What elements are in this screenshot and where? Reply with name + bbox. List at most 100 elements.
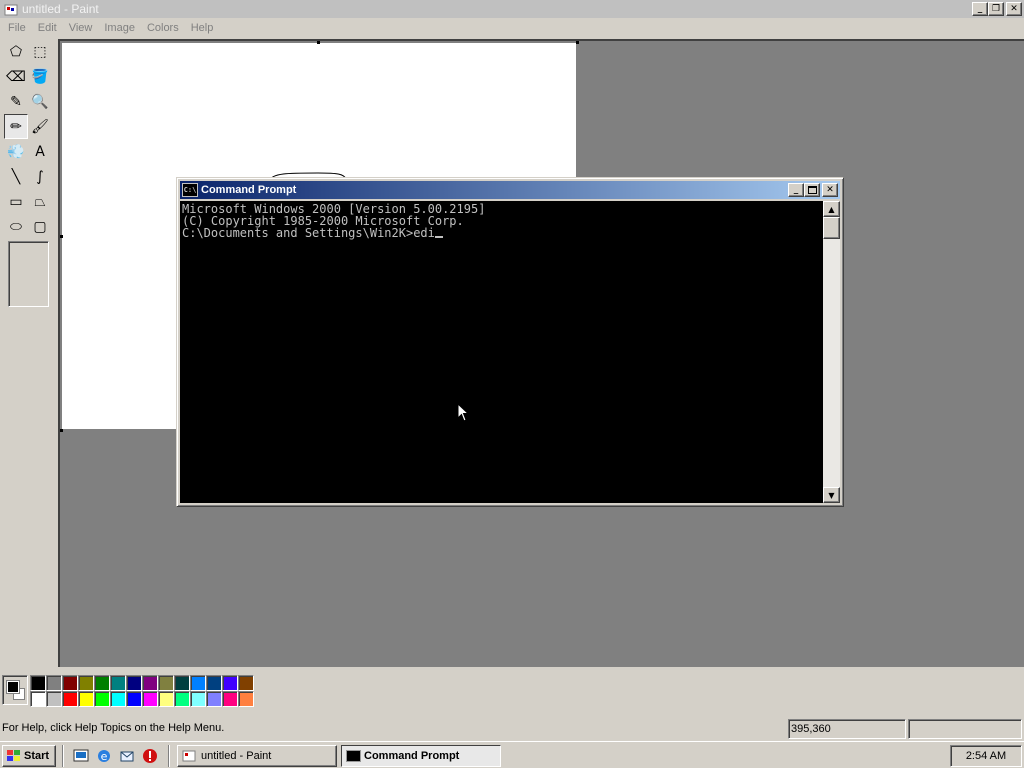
start-button[interactable]: Start [2,745,56,767]
cmd-close-button[interactable]: ✕ [822,183,838,197]
taskbar-separator [62,745,64,767]
palette-swatch[interactable] [222,675,238,691]
pencil-tool-icon[interactable]: ✏ [4,114,28,139]
polygon-tool-icon[interactable]: ⏢ [28,189,52,214]
palette-swatch[interactable] [142,691,158,707]
svg-text:e: e [101,750,108,763]
paint-title-bar[interactable]: untitled - Paint _ ❐ ✕ [0,0,1024,18]
palette-swatch[interactable] [94,691,110,707]
system-tray: 2:54 AM [950,745,1022,767]
cmd-title-text: Command Prompt [201,184,297,196]
close-button[interactable]: ✕ [1006,2,1022,16]
status-size [908,719,1022,739]
airbrush-tool-icon[interactable]: 💨 [4,139,28,164]
internet-explorer-icon[interactable]: e [95,747,113,765]
palette-swatch[interactable] [110,675,126,691]
console-prompt: C:\Documents and Settings\Win2K>edi [182,226,435,240]
magnifier-tool-icon[interactable]: 🔍 [28,89,52,114]
fill-tool-icon[interactable]: 🪣 [28,64,52,89]
task-paint-label: untitled - Paint [201,750,272,762]
show-desktop-icon[interactable] [72,747,90,765]
palette-swatch[interactable] [62,675,78,691]
scroll-down-arrow-icon[interactable]: ▼ [823,487,840,503]
menu-colors[interactable]: Colors [141,22,185,34]
resize-handle[interactable] [576,41,579,44]
palette-swatch[interactable] [190,675,206,691]
paint-title-text: untitled - Paint [22,2,99,16]
palette-swatch[interactable] [142,675,158,691]
paint-app-icon [3,2,19,16]
palette-swatch[interactable] [158,675,174,691]
palette-swatch[interactable] [78,675,94,691]
taskbar-separator [168,745,170,767]
current-colors[interactable] [2,675,28,705]
status-coordinates: 395,360 [788,719,906,739]
cmd-maximize-button[interactable] [804,183,820,197]
palette-swatch[interactable] [206,691,222,707]
palette-swatch[interactable] [46,675,62,691]
cmd-app-icon [346,750,361,762]
palette-swatch[interactable] [238,675,254,691]
start-label: Start [24,750,50,762]
palette-swatch[interactable] [78,691,94,707]
console-output[interactable]: Microsoft Windows 2000 [Version 5.00.219… [180,201,824,503]
menu-help[interactable]: Help [185,22,220,34]
palette-swatch[interactable] [206,675,222,691]
palette-swatch[interactable] [110,691,126,707]
toolbox: ⬠ ⬚ ⌫ 🪣 ✎ 🔍 ✏ 🖌 💨 A ╲ ∫ ▭ ⏢ ⬭ ▢ [0,39,58,667]
palette-swatch[interactable] [238,691,254,707]
clock[interactable]: 2:54 AM [966,750,1006,762]
stop-icon[interactable] [141,747,159,765]
taskbar: Start e untitled - Paint Command Prompt … [0,741,1024,768]
palette-swatch[interactable] [174,691,190,707]
palette-swatch[interactable] [30,675,46,691]
palette-swatch[interactable] [30,691,46,707]
cmd-title-bar[interactable]: C:\ Command Prompt _ ✕ [180,181,840,199]
restore-button[interactable]: ❐ [988,2,1004,16]
windows-logo-icon [7,750,20,761]
rect-select-tool-icon[interactable]: ⬚ [28,39,52,64]
palette-swatch[interactable] [94,675,110,691]
free-select-tool-icon[interactable]: ⬠ [4,39,28,64]
palette-swatch[interactable] [190,691,206,707]
task-cmd-label: Command Prompt [364,750,460,762]
eraser-tool-icon[interactable]: ⌫ [4,64,28,89]
palette-swatch[interactable] [126,691,142,707]
palette-swatch[interactable] [174,675,190,691]
ellipse-tool-icon[interactable]: ⬭ [4,214,28,239]
resize-handle[interactable] [60,235,63,238]
paint-app-icon [182,750,196,762]
vertical-scrollbar[interactable]: ▲ ▼ [823,201,840,503]
text-cursor [434,236,443,238]
palette-swatch[interactable] [222,691,238,707]
menu-image[interactable]: Image [98,22,141,34]
outlook-express-icon[interactable] [118,747,136,765]
task-paint[interactable]: untitled - Paint [177,745,337,767]
cmd-minimize-button[interactable]: _ [788,183,804,197]
menu-edit[interactable]: Edit [32,22,63,34]
minimize-button[interactable]: _ [972,2,988,16]
status-bar: For Help, click Help Topics on the Help … [0,719,1024,741]
color-palette [30,675,254,707]
scroll-thumb[interactable] [823,217,840,239]
color-box [0,667,1024,715]
brush-tool-icon[interactable]: 🖌 [28,114,52,139]
menu-view[interactable]: View [63,22,99,34]
status-help-text: For Help, click Help Topics on the Help … [2,722,225,734]
pick-color-tool-icon[interactable]: ✎ [4,89,28,114]
rectangle-tool-icon[interactable]: ▭ [4,189,28,214]
curve-tool-icon[interactable]: ∫ [28,164,52,189]
palette-swatch[interactable] [46,691,62,707]
palette-swatch[interactable] [62,691,78,707]
scroll-up-arrow-icon[interactable]: ▲ [823,201,840,217]
palette-swatch[interactable] [158,691,174,707]
menu-file[interactable]: File [2,22,32,34]
resize-handle[interactable] [60,429,63,432]
line-tool-icon[interactable]: ╲ [4,164,28,189]
task-command-prompt[interactable]: Command Prompt [341,745,501,767]
resize-handle[interactable] [317,41,320,44]
rounded-rect-tool-icon[interactable]: ▢ [28,214,52,239]
palette-swatch[interactable] [126,675,142,691]
text-tool-icon[interactable]: A [28,139,52,164]
tool-options-box[interactable] [8,241,49,307]
